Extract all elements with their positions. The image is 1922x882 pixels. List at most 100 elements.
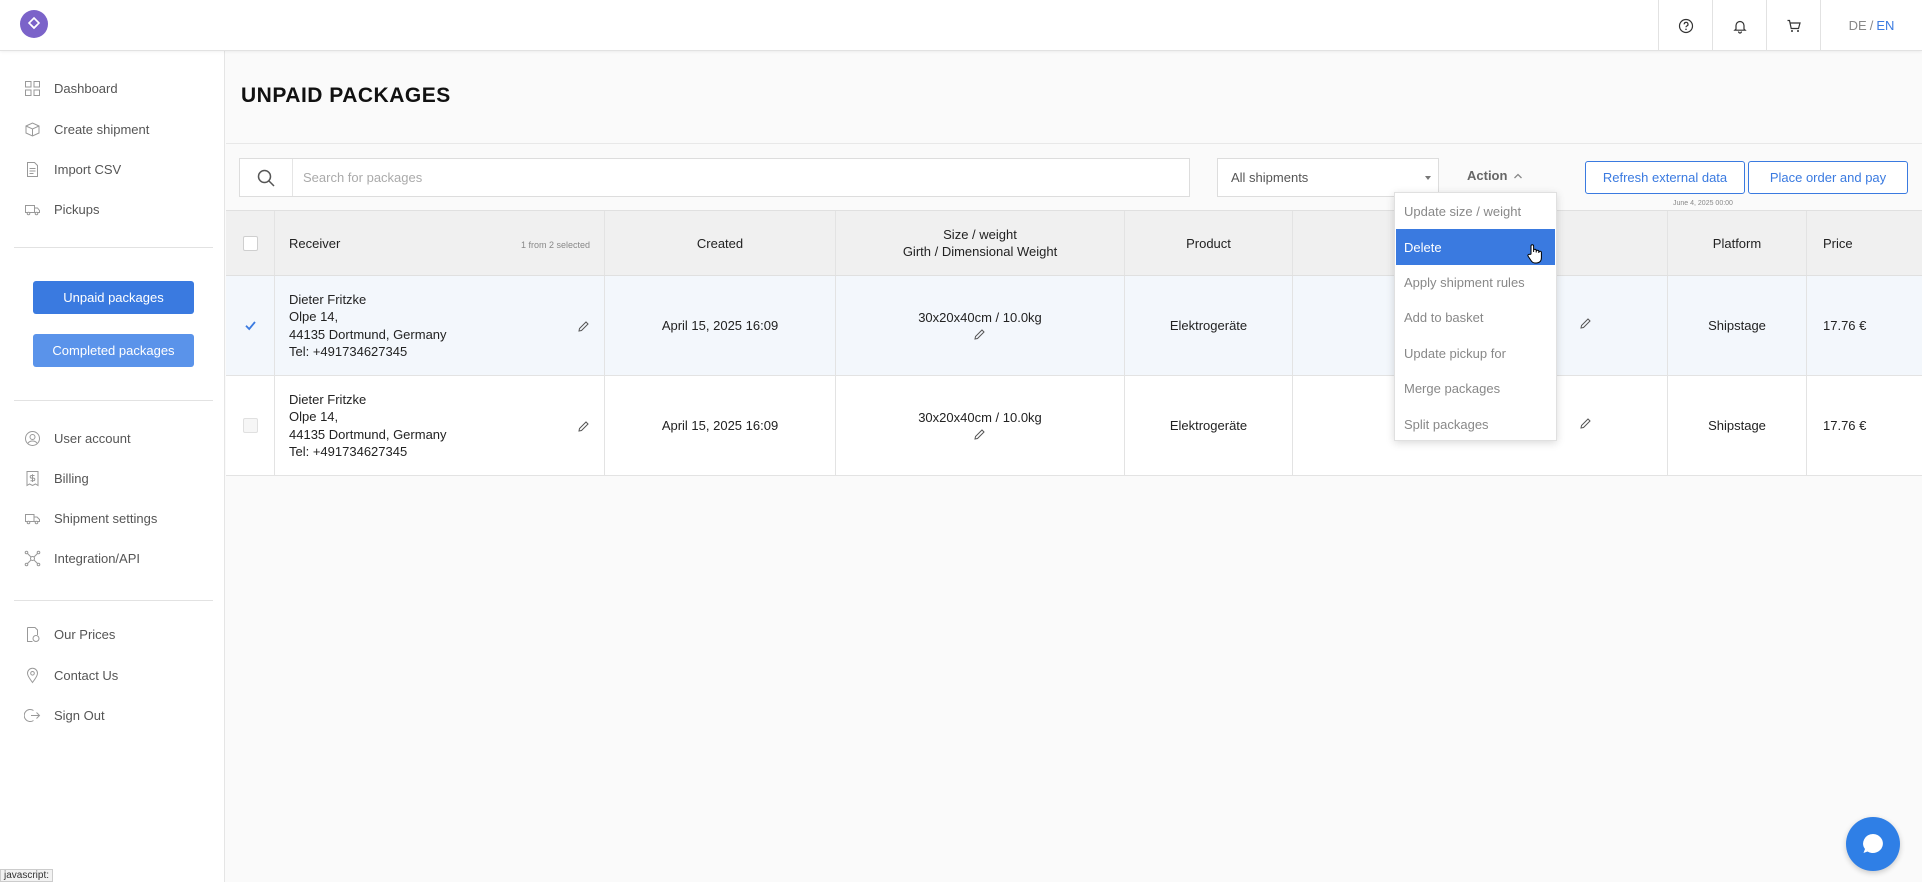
created-header[interactable]: Created (604, 211, 835, 275)
sidebar-item-contact-us[interactable]: Contact Us (24, 664, 118, 686)
menu-item-apply-shipment-rules[interactable]: Apply shipment rules (1395, 265, 1556, 300)
action-menu-button[interactable]: Action (1467, 168, 1523, 183)
row-checkbox[interactable] (242, 418, 258, 433)
sidebar-item-label: User account (54, 430, 131, 446)
receiver-city: 44135 Dortmund, Germany (289, 326, 447, 342)
product-header-label: Product (1186, 235, 1231, 251)
sidebar-divider (14, 600, 213, 601)
size-header-line2: Girth / Dimensional Weight (902, 244, 1058, 259)
prices-icon (27, 626, 40, 642)
receiver-street: Olpe 14, (289, 309, 339, 324)
menu-item-add-to-basket[interactable]: Add to basket (1395, 300, 1556, 335)
menu-item-update-pickup-for[interactable]: Update pickup for (1395, 336, 1556, 371)
sidebar-item-label: Pickups (54, 201, 100, 217)
sidebar-item-user-account[interactable]: User account (24, 427, 131, 449)
action-dropdown-menu: Update size / weight Delete Apply shipme… (1394, 192, 1557, 441)
sidebar-divider (14, 247, 213, 248)
shipments-filter-value: All shipments (1231, 170, 1309, 185)
table-row[interactable]: Dieter Fritzke Olpe 14, 44135 Dortmund, … (226, 376, 1922, 476)
logo-icon[interactable] (20, 10, 48, 38)
receiver-cell: Dieter Fritzke Olpe 14, 44135 Dortmund, … (274, 276, 604, 375)
edit-pencil-icon[interactable] (1579, 417, 1592, 430)
shipment-settings-icon (25, 513, 40, 524)
price-cell: 17.76 € (1806, 276, 1922, 375)
edit-pencil-icon[interactable] (577, 320, 590, 333)
edit-pencil-icon[interactable] (973, 428, 986, 441)
size-header-line1: Size / weight (943, 227, 1017, 242)
chat-bubble-icon (1863, 834, 1883, 853)
receiver-city: 44135 Dortmund, Germany (289, 426, 447, 442)
completed-packages-button[interactable]: Completed packages (33, 334, 194, 367)
location-pin-icon (26, 667, 39, 683)
lang-en[interactable]: EN (1876, 18, 1894, 33)
sidebar-item-billing[interactable]: Billing (24, 467, 89, 489)
table-row[interactable]: Dieter Fritzke Olpe 14, 44135 Dortmund, … (226, 276, 1922, 376)
place-order-and-pay-button[interactable]: Place order and pay (1748, 161, 1908, 194)
sidebar-item-label: Sign Out (54, 707, 105, 723)
sidebar-item-shipment-settings[interactable]: Shipment settings (24, 507, 157, 529)
price-cell: 17.76 € (1806, 376, 1922, 475)
receiver-header[interactable]: Receiver 1 from 2 selected (274, 211, 604, 275)
refresh-external-data-button[interactable]: Refresh external data (1585, 161, 1745, 194)
chat-launcher-button[interactable] (1846, 817, 1900, 871)
edit-pencil-icon[interactable] (1579, 317, 1592, 330)
sidebar: Dashboard Create shipment Import CSV Pic… (0, 51, 225, 882)
sidebar-item-import-csv[interactable]: Import CSV (24, 158, 121, 180)
row-checkbox[interactable] (243, 318, 258, 333)
created-cell: April 15, 2025 16:09 (604, 376, 835, 475)
created-cell: April 15, 2025 16:09 (604, 276, 835, 375)
edit-pencil-icon[interactable] (577, 420, 590, 433)
row-select-cell (226, 276, 274, 375)
size-value: 30x20x40cm / 10.0kg (918, 410, 1042, 425)
select-all-checkbox[interactable] (242, 235, 258, 251)
top-bar: DE / EN (0, 0, 1922, 51)
sidebar-item-label: Billing (54, 470, 89, 486)
price-header[interactable]: Price (1806, 211, 1922, 275)
cart-icon[interactable] (1766, 0, 1820, 51)
size-value: 30x20x40cm / 10.0kg (918, 310, 1042, 325)
sidebar-item-label: Create shipment (54, 121, 150, 137)
platform-cell: Shipstage (1667, 276, 1806, 375)
billing-icon (26, 470, 39, 486)
bell-icon[interactable] (1712, 0, 1766, 51)
product-header[interactable]: Product (1124, 211, 1292, 275)
size-cell: 30x20x40cm / 10.0kg (835, 276, 1124, 375)
sidebar-item-pickups[interactable]: Pickups (24, 198, 100, 220)
lang-de[interactable]: DE (1849, 18, 1867, 33)
sidebar-item-label: Integration/API (54, 550, 140, 566)
menu-item-update-size-weight[interactable]: Update size / weight (1395, 194, 1556, 229)
platform-header[interactable]: Platform (1667, 211, 1806, 275)
sidebar-item-our-prices[interactable]: Our Prices (24, 623, 115, 645)
integration-icon (24, 550, 41, 566)
platform-header-label: Platform (1712, 235, 1762, 251)
sidebar-item-label: Our Prices (54, 626, 116, 642)
receiver-name: Dieter Fritzke (289, 291, 367, 307)
chevron-up-icon (1514, 173, 1523, 178)
edit-pencil-icon[interactable] (973, 328, 986, 341)
receiver-cell: Dieter Fritzke Olpe 14, 44135 Dortmund, … (274, 376, 604, 475)
search-icon[interactable] (240, 159, 293, 196)
size-weight-header[interactable]: Size / weight Girth / Dimensional Weight (835, 211, 1124, 275)
box-icon (25, 121, 40, 137)
top-actions: DE / EN (1658, 0, 1922, 51)
table-header: Receiver 1 from 2 selected Created Size … (226, 210, 1922, 276)
help-icon[interactable] (1658, 0, 1712, 51)
refresh-date-label: June 4, 2025 00:00 (1673, 200, 1733, 207)
sidebar-item-sign-out[interactable]: Sign Out (24, 704, 105, 726)
price-header-label: Price (1823, 235, 1853, 251)
product-cell: Elektrogeräte (1124, 276, 1292, 375)
menu-item-split-packages[interactable]: Split packages (1395, 406, 1556, 441)
sidebar-item-create-shipment[interactable]: Create shipment (24, 118, 149, 140)
toolbar-divider (226, 143, 1922, 144)
unpaid-packages-button[interactable]: Unpaid packages (33, 281, 194, 314)
sidebar-item-label: Import CSV (54, 161, 122, 177)
receiver-name: Dieter Fritzke (289, 391, 367, 407)
sidebar-item-dashboard[interactable]: Dashboard (24, 77, 118, 99)
menu-item-merge-packages[interactable]: Merge packages (1395, 371, 1556, 406)
search-input[interactable] (293, 159, 1189, 196)
size-cell: 30x20x40cm / 10.0kg (835, 376, 1124, 475)
status-bar: javascript: (0, 869, 54, 882)
select-all-cell (226, 211, 274, 275)
sidebar-item-integration-api[interactable]: Integration/API (24, 547, 140, 569)
hand-cursor-icon (1527, 244, 1542, 264)
